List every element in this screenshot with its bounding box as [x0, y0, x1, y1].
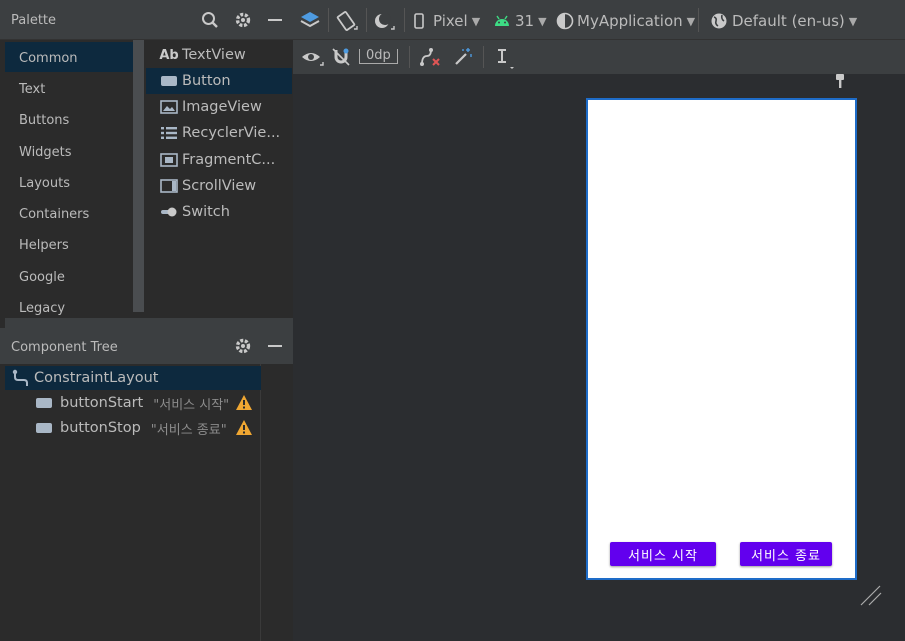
widget-textview[interactable]: Ab TextView: [146, 42, 292, 68]
device-selector[interactable]: Pixel ▼: [413, 12, 480, 30]
autoconnect-toggle[interactable]: [331, 47, 351, 67]
category-containers[interactable]: Containers: [5, 198, 133, 228]
widget-label: TextView: [182, 47, 246, 63]
clear-constraints-button[interactable]: [419, 47, 441, 67]
fragment-container-icon: [160, 152, 178, 168]
component-tree: ConstraintLayout buttonStart "서비스 시작" bu…: [5, 364, 261, 641]
default-margin-button[interactable]: 0dp: [359, 49, 398, 64]
magic-wand-icon: [455, 48, 472, 65]
widget-label: RecyclerVie...: [182, 125, 281, 141]
android-icon: [495, 15, 509, 26]
chevron-down-icon: ▼: [848, 14, 858, 28]
tree-row-button-start[interactable]: buttonStart "서비스 시작": [5, 391, 261, 415]
constraint-layout-icon: [12, 369, 34, 387]
switch-icon: [160, 204, 178, 220]
locale-selector[interactable]: Default (en-us) ▼: [710, 12, 857, 30]
widget-label: Switch: [182, 204, 230, 220]
button-stop-preview[interactable]: 서비스 종료: [740, 542, 832, 566]
widget-fragmentcontainer[interactable]: FragmentC...: [146, 147, 292, 173]
tree-item-id: buttonStart: [60, 395, 144, 411]
theme-name: MyApplication: [577, 12, 683, 30]
design-surface-button[interactable]: [299, 10, 321, 32]
api-level-selector[interactable]: 31 ▼: [493, 12, 547, 30]
widget-label: Button: [182, 73, 231, 89]
resize-handle-icon[interactable]: [858, 584, 884, 612]
category-widgets[interactable]: Widgets: [5, 136, 133, 166]
category-common[interactable]: Common: [5, 42, 133, 72]
theme-icon: [556, 12, 574, 30]
category-text[interactable]: Text: [5, 73, 133, 103]
palette-categories: Common Text Buttons Widgets Layouts Cont…: [5, 40, 145, 316]
tree-root-label: ConstraintLayout: [34, 370, 159, 386]
orientation-button[interactable]: [335, 10, 359, 32]
palette-header: Palette: [0, 0, 293, 40]
tree-item-text: "서비스 시작": [153, 397, 230, 413]
widget-label: FragmentC...: [182, 152, 276, 168]
device-preview[interactable]: [586, 98, 857, 580]
component-tree-title: Component Tree: [11, 340, 118, 355]
theme-mode-icon: [375, 13, 395, 30]
locale-name: Default (en-us): [732, 12, 845, 30]
minimize-icon[interactable]: [265, 10, 285, 30]
chevron-down-icon: ▼: [538, 14, 547, 28]
scroll-view-icon: [160, 178, 178, 194]
magnet-off-icon: [332, 48, 350, 66]
eye-icon: [302, 53, 324, 66]
left-panel: Palette Common Text Buttons Widgets Layo…: [0, 0, 293, 641]
minimize-icon[interactable]: [265, 336, 285, 356]
align-icon: [498, 49, 514, 69]
night-mode-button[interactable]: [372, 10, 396, 32]
component-tree-header: Component Tree: [0, 328, 293, 364]
button-icon: [35, 396, 60, 410]
gear-icon[interactable]: [233, 10, 253, 30]
device-name: Pixel: [433, 12, 468, 30]
category-layouts[interactable]: Layouts: [5, 167, 133, 197]
button-icon: [160, 73, 178, 89]
guidelines-button[interactable]: [493, 47, 517, 69]
categories-scrollbar[interactable]: [133, 40, 144, 312]
phone-icon: [414, 13, 424, 29]
search-icon[interactable]: [200, 10, 220, 30]
widget-label: ScrollView: [182, 178, 257, 194]
margin-value: 0dp: [359, 49, 398, 64]
layout-toolbar: 0dp: [293, 40, 905, 74]
theme-selector[interactable]: MyApplication ▼: [556, 12, 695, 30]
palette-title: Palette: [11, 13, 57, 28]
warning-icon[interactable]: [235, 419, 253, 440]
text-view-icon: Ab: [159, 47, 179, 63]
tree-item-id: buttonStop: [60, 420, 141, 436]
rotate-icon: [336, 11, 358, 31]
api-level: 31: [515, 12, 535, 30]
warning-icon[interactable]: [235, 394, 253, 415]
widget-switch[interactable]: Switch: [146, 199, 292, 225]
layers-icon: [300, 12, 320, 28]
design-toolbar: Pixel ▼ 31 ▼ MyApplication ▼ Default (en-us…: [293, 0, 905, 40]
globe-icon: [711, 13, 727, 29]
widget-button[interactable]: Button: [146, 68, 292, 94]
image-view-icon: [160, 99, 178, 115]
chevron-down-icon: ▼: [471, 14, 481, 28]
recycler-view-icon: [160, 125, 178, 141]
tree-row-root[interactable]: ConstraintLayout: [5, 366, 261, 390]
tree-item-text: "서비스 종료": [150, 422, 227, 438]
widget-recyclerview[interactable]: RecyclerVie...: [146, 120, 292, 146]
gear-icon[interactable]: [233, 336, 253, 356]
button-start-preview[interactable]: 서비스 시작: [610, 542, 716, 566]
category-buttons[interactable]: Buttons: [5, 104, 133, 134]
widget-scrollview[interactable]: ScrollView: [146, 173, 292, 199]
button-icon: [35, 421, 60, 435]
category-google[interactable]: Google: [5, 261, 133, 291]
widget-label: ImageView: [182, 99, 262, 115]
category-helpers[interactable]: Helpers: [5, 229, 133, 259]
chevron-down-icon: ▼: [686, 14, 696, 28]
view-options-button[interactable]: [301, 48, 325, 68]
panel-splitter[interactable]: [5, 318, 293, 328]
tree-row-button-stop[interactable]: buttonStop "서비스 종료": [5, 416, 261, 440]
infer-constraints-button[interactable]: [453, 47, 473, 67]
clear-constraints-icon: [420, 48, 440, 66]
pin-icon[interactable]: [834, 73, 846, 93]
palette-widgets: Ab TextView Button ImageView RecyclerVie…: [146, 40, 293, 312]
widget-imageview[interactable]: ImageView: [146, 94, 292, 120]
